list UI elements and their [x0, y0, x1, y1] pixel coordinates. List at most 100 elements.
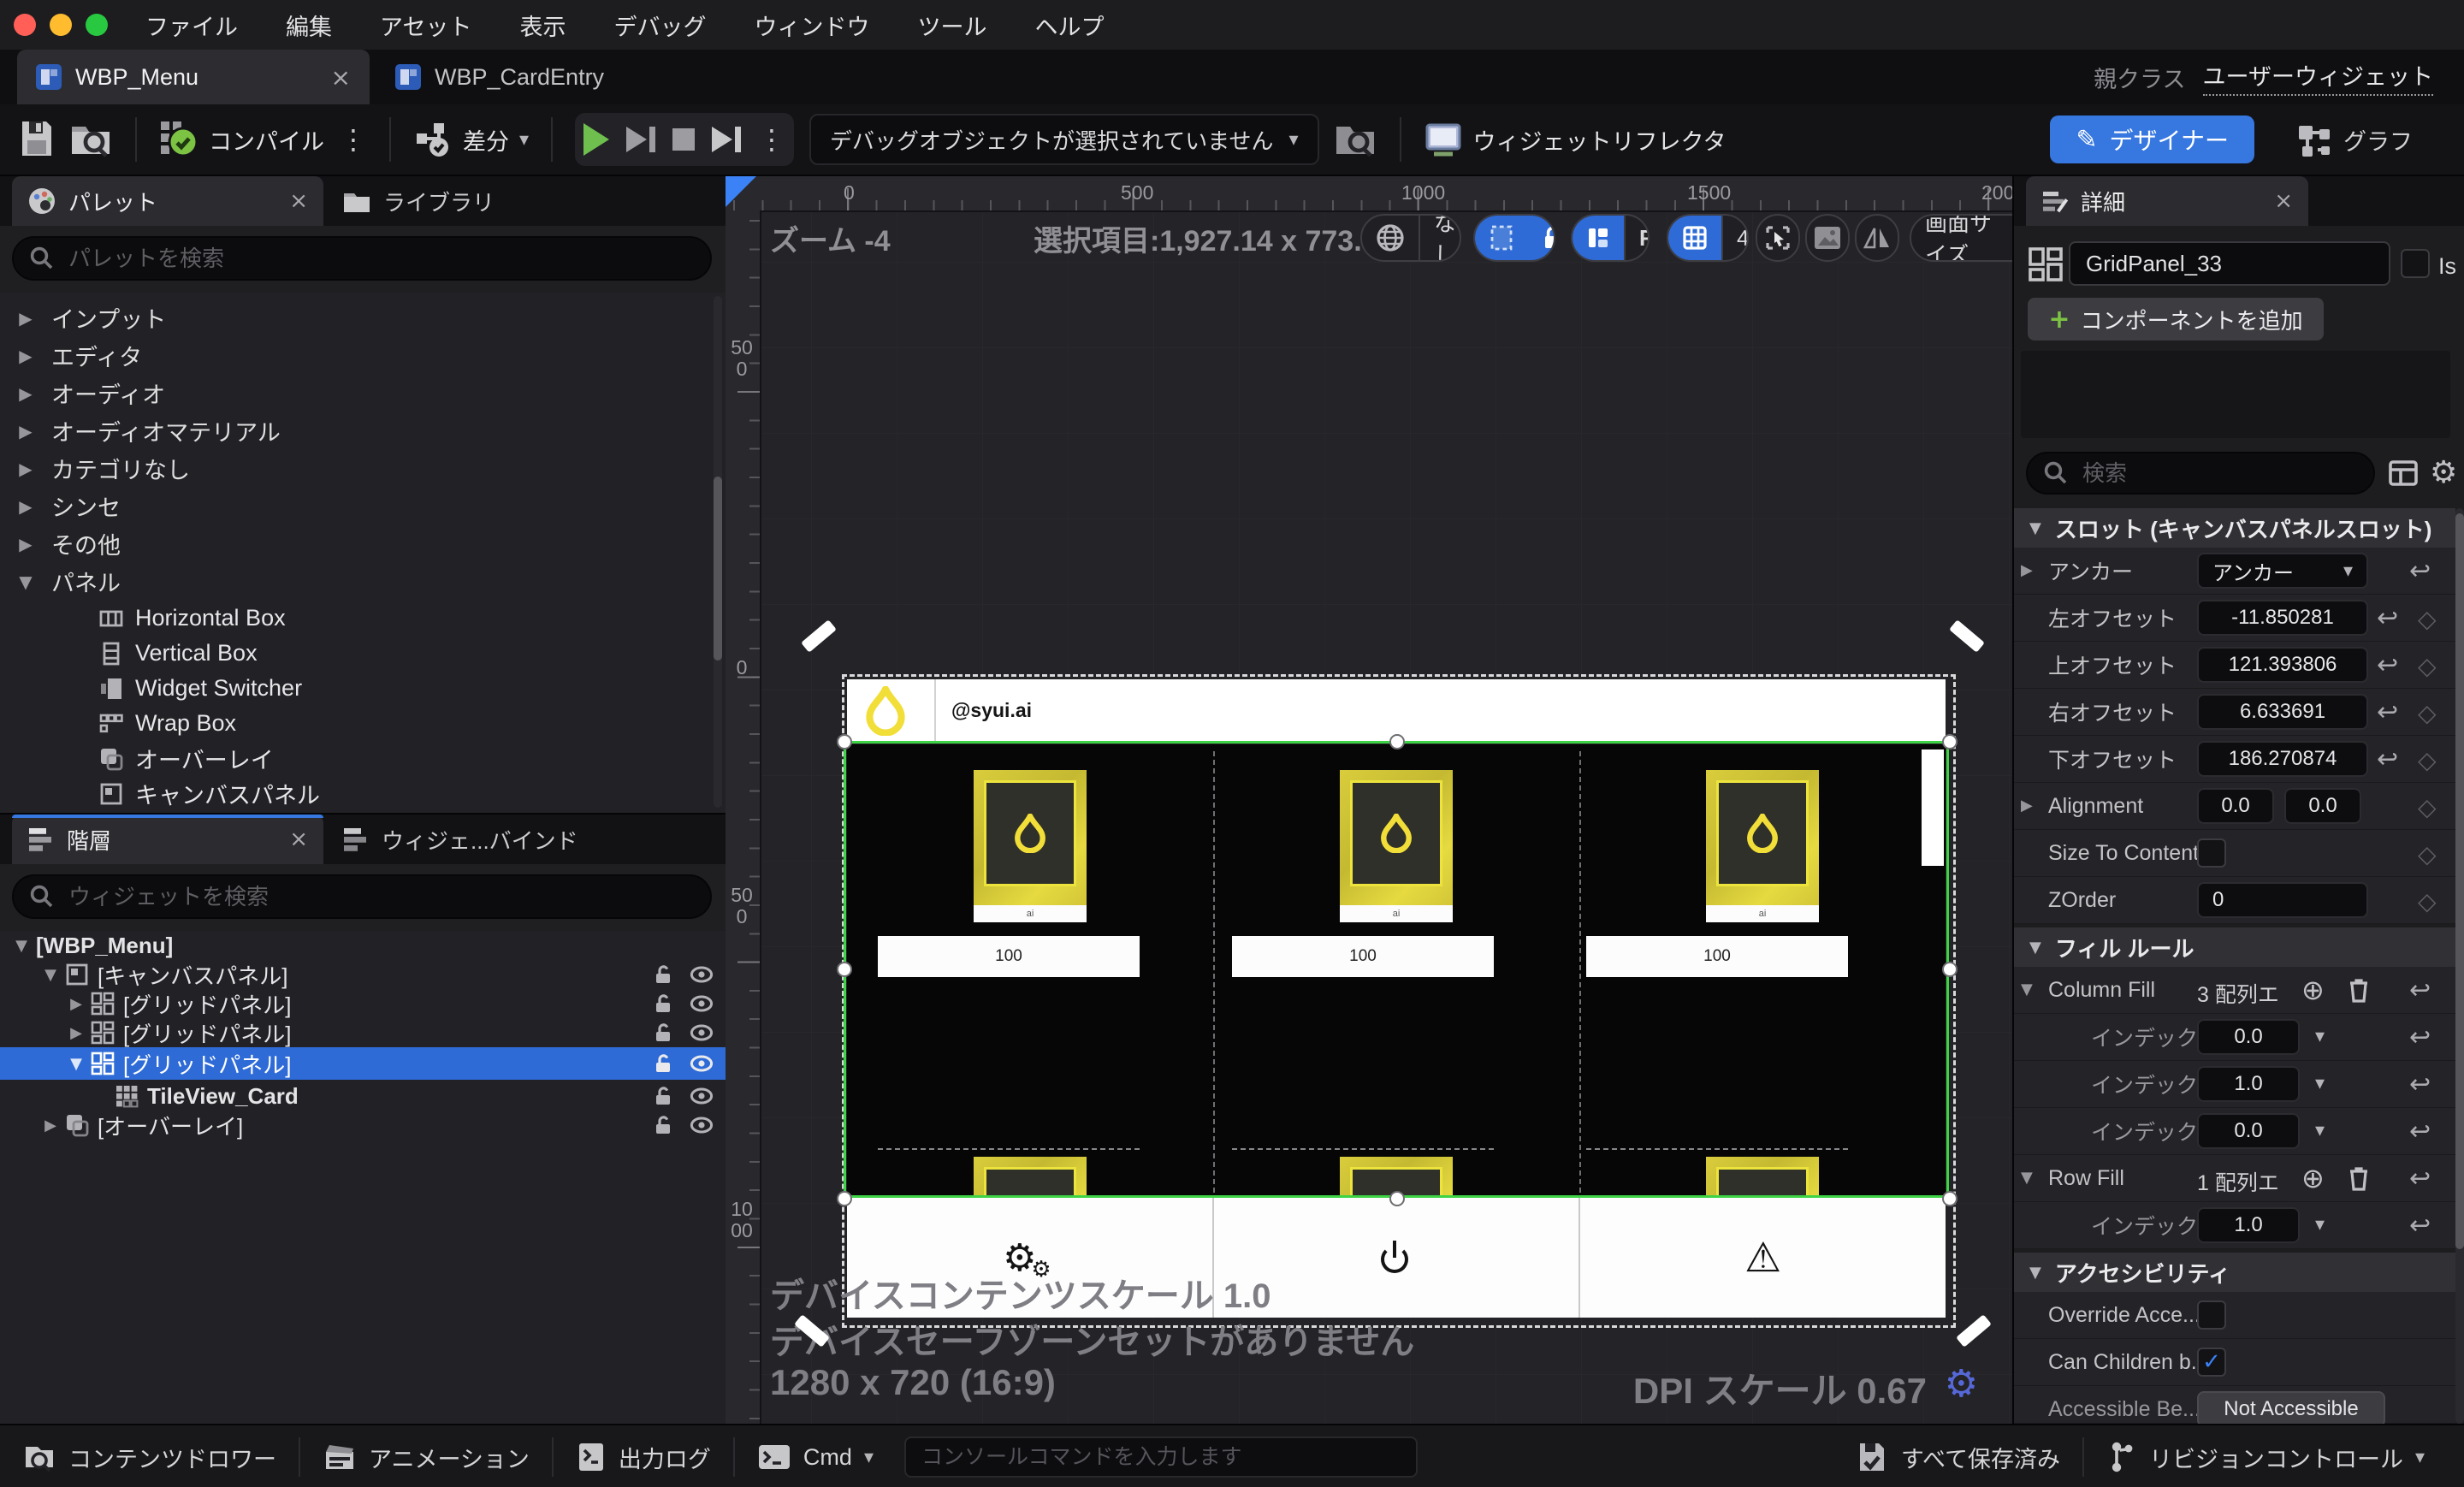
tree-row-canvas-panel[interactable]: ▼ [キャンバスパネル] [0, 960, 726, 989]
palette-scrollbar-thumb[interactable] [714, 477, 722, 661]
visibility-eye-icon[interactable] [690, 963, 714, 986]
palette-item-canvas-panel[interactable]: キャンバスパネル [0, 776, 726, 811]
add-element-icon[interactable]: ⊕ [2301, 974, 2325, 1006]
window-minimize-icon[interactable] [50, 14, 72, 36]
revision-control-button[interactable]: リビジョンコントロール ▾ [2084, 1425, 2447, 1487]
can-children-checkbox[interactable] [2197, 1348, 2226, 1377]
output-log-button[interactable]: 出力ログ [554, 1425, 733, 1487]
reset-icon[interactable]: ↩ [2409, 1211, 2431, 1241]
reset-icon[interactable]: ↩ [2377, 650, 2398, 680]
flip-preview-button[interactable] [1855, 214, 1899, 262]
rotate-handle-nw[interactable] [801, 619, 837, 653]
reset-icon[interactable]: ↩ [2409, 975, 2431, 1005]
alignment-x-field[interactable]: 0.0 [2197, 788, 2274, 824]
lock-icon[interactable] [652, 992, 674, 1015]
palette-item-wrap-box[interactable]: Wrap Box [0, 706, 726, 741]
warning-cell[interactable]: ⚠ [1580, 1198, 1946, 1318]
resize-handle-nw[interactable] [837, 734, 852, 749]
tree-row-tileview-card[interactable]: TileView_Card [0, 1081, 726, 1111]
menu-window[interactable]: ウィンドウ [754, 9, 869, 42]
diff-button[interactable]: 差分 ▾ [413, 120, 529, 159]
reset-icon[interactable]: ↩ [2409, 556, 2431, 586]
animation-button[interactable]: アニメーション [300, 1425, 552, 1487]
browse-asset-button[interactable] [70, 120, 113, 159]
tab-details[interactable]: 詳細 × [2026, 176, 2308, 226]
save-status-button[interactable]: すべて保存済み [1833, 1425, 2082, 1487]
resize-handle-e[interactable] [1942, 962, 1958, 977]
resize-handle-s[interactable] [1389, 1191, 1405, 1206]
visibility-eye-icon[interactable] [690, 1085, 714, 1107]
details-search-input[interactable] [2081, 459, 2358, 488]
expand-icon[interactable]: ▶ [2021, 797, 2033, 815]
menu-edit[interactable]: 編集 [286, 9, 332, 42]
resize-handle-sw[interactable] [837, 1191, 852, 1206]
palette-category-uncategorized[interactable]: ▶ カテゴリなし [0, 450, 726, 487]
details-search[interactable] [2026, 452, 2375, 495]
menu-file[interactable]: ファイル [145, 9, 238, 42]
preview-header-bar[interactable]: @syui.ai [847, 679, 1946, 743]
lock-icon[interactable] [652, 1114, 674, 1136]
reset-icon[interactable]: ↩ [2377, 603, 2398, 633]
add-element-icon[interactable]: ⊕ [2301, 1162, 2325, 1194]
tree-row-overlay[interactable]: ▶ [オーバーレイ] [0, 1111, 726, 1140]
cmd-dropdown[interactable]: Cmd ▾ [735, 1425, 896, 1487]
chevron-down-icon[interactable]: ▾ [2315, 1073, 2325, 1094]
localization-none-label[interactable]: なし [1419, 216, 1460, 260]
override-accessibility-checkbox[interactable] [2197, 1300, 2226, 1330]
tree-row-wbp-menu[interactable]: ▼ [WBP_Menu] [0, 931, 726, 960]
tab-library[interactable]: ライブラリ [327, 176, 601, 226]
resize-handle-ne[interactable] [1942, 734, 1958, 749]
index-field[interactable]: 0.0 [2197, 1113, 2300, 1149]
parent-class-link[interactable]: ユーザーウィジェット [2202, 58, 2433, 96]
details-scrollbar-thumb[interactable] [2455, 513, 2464, 1249]
tab-wbp-cardentry[interactable]: WBP_CardEntry [376, 50, 693, 104]
visibility-eye-icon[interactable] [690, 1114, 714, 1136]
section-fill-rules[interactable]: ▼ フィル ルール [2014, 927, 2455, 967]
reset-icon[interactable]: ↩ [2409, 1117, 2431, 1146]
safe-zone-lock-chip[interactable] [1473, 214, 1555, 262]
browse-debug-object-button[interactable] [1335, 120, 1377, 159]
visibility-eye-icon[interactable] [690, 992, 714, 1015]
grid-snap-chip[interactable]: 4 [1667, 214, 1749, 262]
lock-icon[interactable] [652, 1085, 674, 1107]
preview-background-button[interactable] [1805, 214, 1850, 262]
bind-diamond-icon[interactable]: ◇ [2418, 652, 2437, 680]
widget-name-field[interactable] [2069, 241, 2390, 286]
zorder-field[interactable]: 0 [2197, 882, 2368, 918]
content-drawer-button[interactable]: コンテンツドロワー [0, 1425, 299, 1487]
hierarchy-search[interactable] [12, 874, 712, 919]
console-input[interactable] [903, 1437, 1418, 1478]
anchor-dropdown[interactable]: アンカー ▾ [2197, 553, 2368, 589]
bind-diamond-icon[interactable]: ◇ [2418, 699, 2437, 727]
index-field[interactable]: 0.0 [2197, 1019, 2300, 1055]
palette-category-audio[interactable]: ▶ オーディオ [0, 375, 726, 412]
expand-icon[interactable]: ▼ [2021, 1169, 2033, 1187]
palette-search[interactable] [12, 236, 712, 281]
window-zoom-icon[interactable] [86, 14, 108, 36]
tree-row-grid-panel-2[interactable]: ▶ [グリッドパネル] [0, 1018, 726, 1047]
tab-hierarchy[interactable]: 階層 × [12, 815, 323, 864]
widget-name-input[interactable] [2084, 249, 2375, 278]
palette-category-editor[interactable]: ▶ エディタ [0, 337, 726, 374]
resize-handle-n[interactable] [1389, 734, 1405, 749]
select-tool-button[interactable] [1756, 214, 1800, 262]
palette-search-input[interactable] [67, 244, 695, 273]
palette-category-other[interactable]: ▶ その他 [0, 525, 726, 562]
trash-icon[interactable] [2346, 1164, 2372, 1192]
offset-top-field[interactable]: 121.393806 [2197, 647, 2368, 683]
bind-diamond-icon[interactable]: ◇ [2418, 840, 2437, 868]
compile-options-icon[interactable]: ⋮ [340, 123, 367, 156]
settings-gear-icon[interactable]: ⚙ [2430, 455, 2457, 490]
visibility-eye-icon[interactable] [690, 1052, 714, 1075]
palette-item-overlay[interactable]: オーバーレイ [0, 741, 726, 776]
lock-icon[interactable] [652, 1052, 674, 1075]
close-panel-icon[interactable]: × [289, 188, 308, 214]
expand-icon[interactable]: ▼ [2021, 980, 2033, 998]
screen-size-dropdown[interactable]: 画面サイズ ▾ [1910, 214, 2012, 262]
close-panel-icon[interactable]: × [289, 826, 308, 852]
resize-handle-w[interactable] [837, 962, 852, 977]
palette-category-synth[interactable]: ▶ シンセ [0, 488, 726, 524]
tab-wbp-menu[interactable]: WBP_Menu × [17, 50, 370, 104]
menu-help[interactable]: ヘルプ [1034, 9, 1104, 42]
widget-reflector-button[interactable]: ウィジェットリフレクタ [1424, 121, 1726, 157]
